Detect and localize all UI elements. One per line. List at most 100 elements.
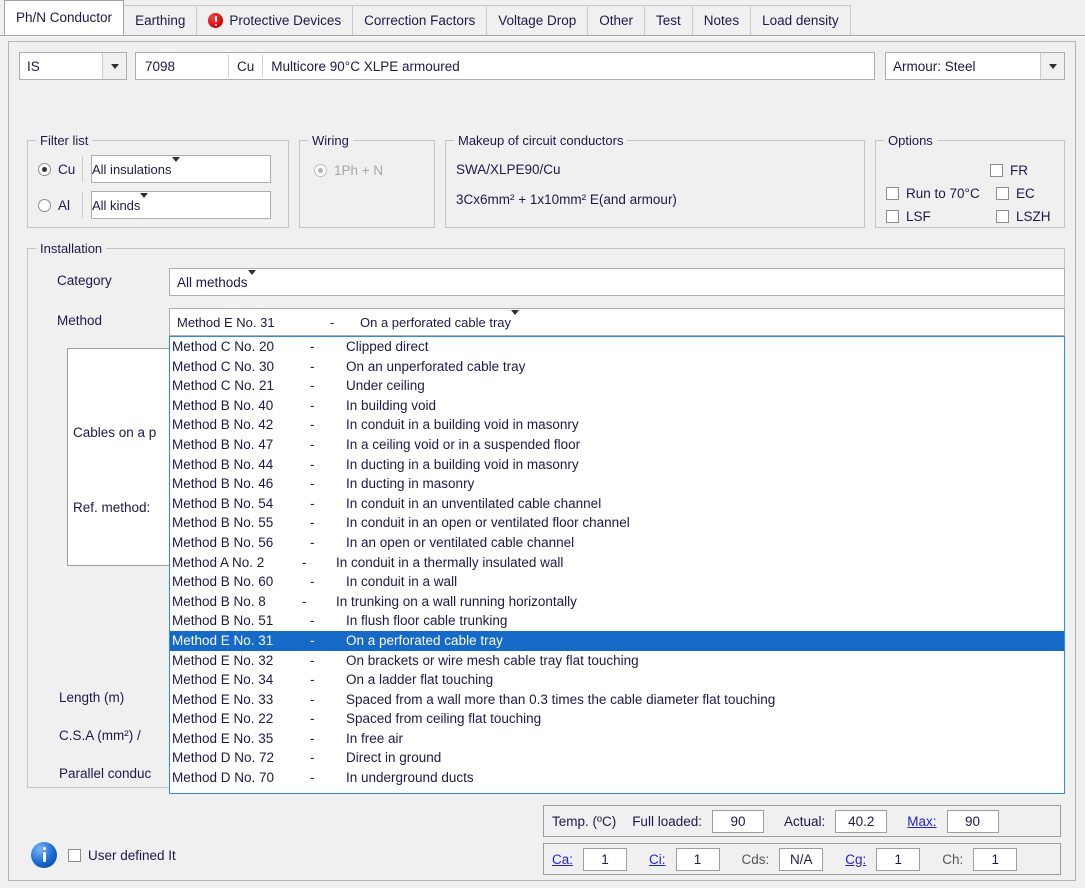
filter-row-cu: Cu All insulations	[38, 155, 271, 183]
dropdown-option-dash: -	[302, 554, 307, 570]
method-dropdown-list[interactable]: Method C No. 20- Clipped direct Method C N…	[169, 336, 1065, 794]
max-link[interactable]: Max:	[907, 814, 936, 829]
dropdown-option[interactable]: Method B No. 46 - In ducting in masonry	[170, 474, 1064, 494]
tab-notes[interactable]: Notes	[691, 5, 752, 35]
kinds-combo[interactable]: All kinds	[91, 191, 271, 219]
dropdown-option[interactable]: Method B No. 54 - In conduit in an unventi…	[170, 494, 1064, 514]
dropdown-option[interactable]: Method D No. 70 - In underground ducts	[170, 768, 1064, 788]
standard-combo[interactable]: IS	[19, 52, 127, 80]
full-loaded-value[interactable]: 90	[711, 809, 764, 833]
ci-value[interactable]: 1	[675, 847, 720, 871]
dropdown-option-dash: -	[310, 397, 315, 413]
dropdown-option-description: On a perforated cable tray	[346, 632, 503, 648]
full-loaded-label: Full loaded:	[632, 813, 702, 829]
ca-link[interactable]: Ca:	[552, 852, 573, 867]
category-combo[interactable]: All methods	[169, 268, 1065, 296]
divider	[82, 156, 83, 182]
dropdown-option[interactable]: Method C No. 30 - On an unperforated cable…	[170, 357, 1064, 377]
dropdown-option[interactable]: Method B No. 8 - In trunking on a wall run…	[170, 592, 1064, 612]
dropdown-option[interactable]: Method B No. 42 - In conduit in a building…	[170, 415, 1064, 435]
tab-test[interactable]: Test	[644, 5, 693, 35]
dropdown-option-code: Method E No. 35	[172, 730, 274, 746]
dropdown-option-code: Method B No. 56	[172, 534, 274, 550]
insulation-combo[interactable]: All insulations	[91, 155, 271, 183]
radio-wiring-1ph-n: 1Ph + N	[314, 163, 383, 178]
cds-value: N/A	[779, 847, 824, 871]
dropdown-option-code: Method B No. 54	[172, 495, 274, 511]
checkbox-run-to-70[interactable]: Run to 70°C	[886, 186, 996, 201]
dropdown-option-code: Method B No. 47	[172, 436, 274, 452]
armour-combo[interactable]: Armour: Steel	[885, 52, 1065, 80]
tab-label: Ph/N Conductor	[16, 10, 113, 25]
kinds-combo-arrow[interactable]	[140, 192, 149, 213]
dropdown-option[interactable]: Method C No. 21 - Under ceiling	[170, 376, 1064, 396]
info-icon[interactable]	[31, 842, 57, 868]
tab-ph-n-conductor[interactable]: Ph/N Conductor	[4, 0, 125, 35]
dropdown-option-dash: -	[310, 476, 315, 492]
dropdown-option-description: In conduit in an unventilated cable chan…	[346, 495, 602, 511]
tab-label: Notes	[703, 12, 740, 28]
actual-value[interactable]: 40.2	[835, 809, 888, 833]
radio-wiring-label: 1Ph + N	[334, 163, 384, 178]
checkbox-fr[interactable]: FR	[990, 163, 1028, 178]
dropdown-option-description: On an unperforated cable tray	[346, 358, 526, 374]
standard-combo-arrow[interactable]	[102, 53, 126, 79]
tab-protective-devices[interactable]: Protective Devices	[196, 5, 354, 35]
tab-correction-factors[interactable]: Correction Factors	[352, 5, 488, 35]
dropdown-option[interactable]: Method A No. 2 - In conduit in a thermally…	[170, 553, 1064, 573]
checkbox-ec[interactable]: EC	[996, 186, 1035, 201]
dropdown-option[interactable]: Method E No. 34 - On a ladder flat touchin…	[170, 670, 1064, 690]
divider	[82, 192, 83, 218]
dropdown-option-code: Method C No. 21	[172, 378, 275, 394]
method-combo-arrow[interactable]	[511, 309, 520, 330]
dropdown-option-description: On a ladder flat touching	[346, 672, 494, 688]
category-label: Category	[57, 273, 112, 288]
tab-earthing[interactable]: Earthing	[123, 5, 198, 35]
dropdown-option[interactable]: Method D No. 72 - Direct in ground	[170, 748, 1064, 768]
chevron-down-icon	[110, 63, 119, 69]
tab-other[interactable]: Other	[587, 5, 646, 35]
wiring-legend: Wiring	[308, 133, 353, 148]
cg-link[interactable]: Cg:	[845, 852, 866, 867]
actual-label: Actual:	[783, 813, 826, 829]
dropdown-option[interactable]: Method E No. 32 - On brackets or wire mesh…	[170, 651, 1064, 671]
insulation-combo-arrow[interactable]	[171, 156, 180, 177]
checkbox-lsf[interactable]: LSF	[886, 209, 996, 224]
cable-code: 7098	[145, 58, 176, 74]
checkbox-user-defined-it[interactable]: User defined It	[68, 848, 176, 863]
method-combo[interactable]: Method E No. 31 - On a perforated cable …	[169, 308, 1065, 336]
tab-load-density[interactable]: Load density	[750, 5, 851, 35]
dropdown-option-code: Method E No. 34	[172, 672, 274, 688]
dropdown-option-code: Method E No. 31	[172, 632, 274, 648]
ci-link[interactable]: Ci:	[649, 852, 666, 867]
dropdown-option[interactable]: Method B No. 51 - In flush floor cable tru…	[170, 611, 1064, 631]
radio-al[interactable]: Al	[38, 198, 82, 213]
dropdown-option[interactable]: Method B No. 60 - In conduit in a wall	[170, 572, 1064, 592]
dropdown-option[interactable]: Method E No. 22 - Spaced from ceiling flat…	[170, 709, 1064, 729]
checkbox-lszh[interactable]: LSZH	[996, 209, 1051, 224]
ca-value[interactable]: 1	[583, 847, 628, 871]
dropdown-option[interactable]: Method C No. 20 - Clipped direct	[170, 337, 1064, 357]
dropdown-option[interactable]: Method B No. 55 - In conduit in an open or…	[170, 513, 1064, 533]
dropdown-option[interactable]: Method E No. 35 - In free air	[170, 729, 1064, 749]
dropdown-option[interactable]: Method E No. 33 - Spaced from a wall more …	[170, 690, 1064, 710]
max-value[interactable]: 90	[946, 809, 999, 833]
dropdown-option[interactable]: Method B No. 47 - In a ceiling void or in …	[170, 435, 1064, 455]
length-label: Length (m)	[59, 690, 125, 705]
dropdown-option-dash: -	[310, 652, 315, 668]
dropdown-option-description: In ducting in a building void in masonry	[346, 456, 579, 472]
dropdown-option[interactable]: Method B No. 56 - In an open or ventilated…	[170, 533, 1064, 553]
tab-voltage-drop[interactable]: Voltage Drop	[486, 5, 589, 35]
dropdown-option-code: Method B No. 46	[172, 476, 274, 492]
armour-combo-arrow[interactable]	[1040, 53, 1064, 79]
ch-value[interactable]: 1	[973, 847, 1018, 871]
tab-label: Earthing	[135, 12, 186, 28]
dropdown-option[interactable]: Method E No. 31 - On a perforated cable tr…	[170, 630, 1064, 651]
dropdown-option[interactable]: Method B No. 40 - In building void	[170, 396, 1064, 416]
dropdown-option[interactable]: Method B No. 44 - In ducting in a building…	[170, 455, 1064, 475]
category-combo-arrow[interactable]	[247, 269, 256, 290]
dropdown-option-dash: -	[310, 534, 315, 550]
cable-description-field[interactable]: 7098 Cu Multicore 90°C XLPE armoured	[135, 52, 875, 80]
cg-value[interactable]: 1	[876, 847, 921, 871]
radio-cu[interactable]: Cu	[38, 162, 82, 177]
